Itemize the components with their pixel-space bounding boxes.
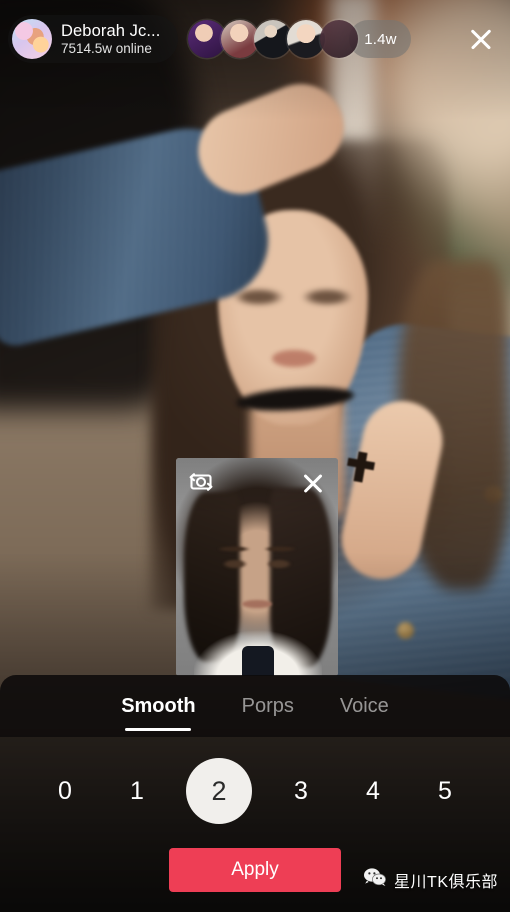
tab-smooth[interactable]: Smooth — [117, 675, 199, 737]
close-icon[interactable] — [464, 22, 498, 56]
level-option-5[interactable]: 5 — [422, 768, 468, 814]
guest-video-window[interactable] — [176, 458, 338, 676]
level-option-2[interactable]: 2 — [186, 758, 252, 824]
level-option-4[interactable]: 4 — [350, 768, 396, 814]
level-option-3[interactable]: 3 — [278, 768, 324, 814]
viewer-count-badge[interactable]: 1.4w — [349, 20, 412, 58]
avatar[interactable] — [12, 19, 52, 59]
live-beauty-filter-screen: Deborah Jc... 7514.5w online 1.4w Smooth… — [0, 0, 510, 912]
apply-button[interactable]: Apply — [169, 848, 341, 892]
guest-eyes — [220, 558, 294, 570]
broadcaster-name: Deborah Jc... — [61, 21, 161, 40]
broadcaster-lips — [272, 350, 316, 367]
level-option-1[interactable]: 1 — [114, 768, 160, 814]
guest-eyebrows — [218, 546, 296, 552]
tab-porps[interactable]: Porps — [238, 675, 298, 737]
intensity-level-selector: 0 1 2 3 4 5 — [0, 745, 510, 837]
tab-voice-label: Voice — [339, 694, 389, 717]
wechat-icon — [363, 867, 387, 892]
watermark: 星川TK俱乐部 — [363, 867, 498, 892]
guest-tie — [242, 646, 274, 676]
tab-voice[interactable]: Voice — [336, 675, 393, 737]
broadcaster-meta: Deborah Jc... 7514.5w online — [61, 22, 160, 57]
viewer-avatar[interactable] — [320, 20, 359, 58]
tab-porps-label: Porps — [241, 694, 294, 717]
broadcaster-info-pill[interactable]: Deborah Jc... 7514.5w online — [8, 15, 179, 63]
viewer-avatars-list[interactable]: 1.4w — [188, 20, 412, 58]
watermark-text: 星川TK俱乐部 — [394, 873, 498, 891]
online-count-label: 7514.5w online — [61, 41, 152, 57]
level-option-0[interactable]: 0 — [42, 768, 88, 814]
guest-window-close-icon[interactable] — [299, 469, 327, 497]
guest-mouth — [242, 600, 272, 608]
top-bar: Deborah Jc... 7514.5w online 1.4w — [0, 0, 510, 78]
camera-flip-icon[interactable] — [186, 468, 216, 496]
tab-smooth-label: Smooth — [121, 694, 196, 717]
filter-tabs: Smooth Porps Voice — [0, 675, 510, 737]
